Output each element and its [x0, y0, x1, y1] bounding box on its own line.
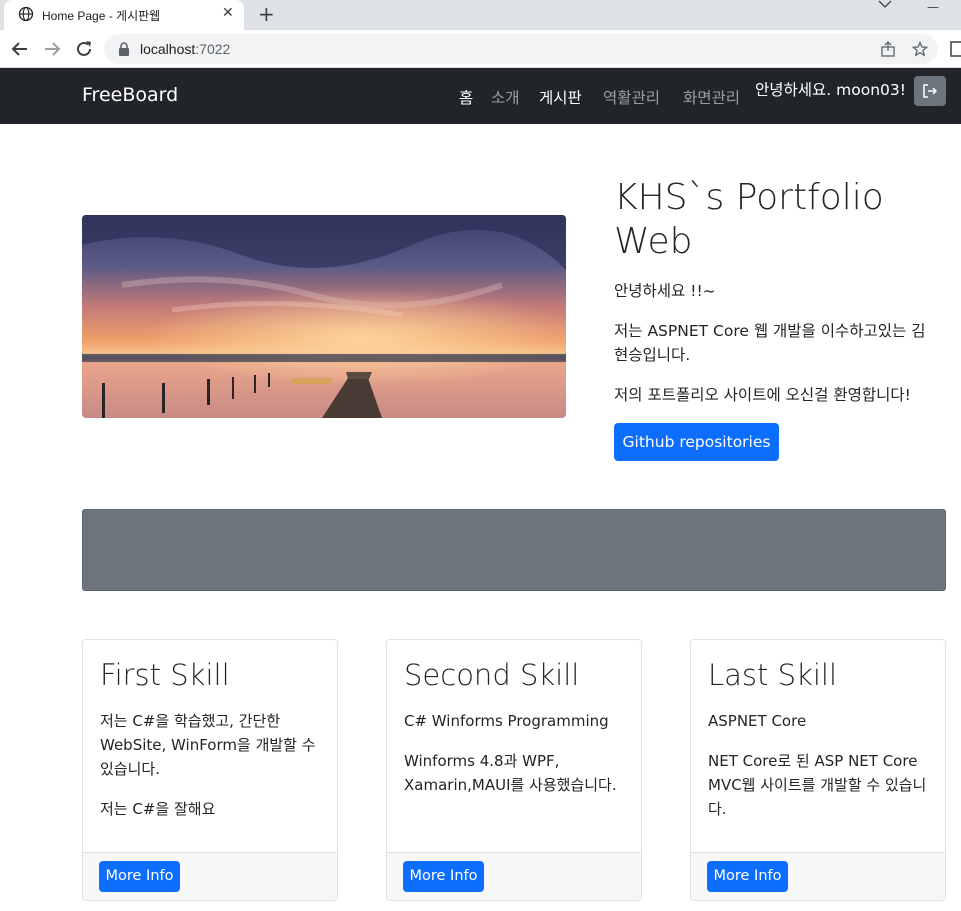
card-title: First Skill	[100, 658, 230, 692]
skill-card-second: Second Skill C# Winforms Programming Win…	[386, 639, 642, 901]
card-text: C# Winforms Programming	[404, 712, 609, 730]
omnibox[interactable]: localhost:7022	[104, 34, 938, 64]
share-icon[interactable]	[880, 41, 896, 57]
minimize-icon[interactable]: —	[927, 0, 939, 14]
star-icon[interactable]	[912, 41, 928, 57]
more-info-button[interactable]: More Info	[707, 861, 788, 892]
close-icon[interactable]: ✕	[222, 5, 234, 21]
chevron-down-icon[interactable]	[878, 0, 892, 8]
hero-intro: 저는 ASPNET Core 웹 개발을 이수하고있는 김현승입니다.	[614, 322, 926, 364]
card-text: ASPNET Core	[708, 712, 807, 730]
card-text: Winforms 4.8과 WPF, Xamarin,MAUI를 사용했습니다.	[404, 752, 617, 794]
nav-link-home[interactable]: 홈	[459, 86, 473, 108]
card-footer: More Info	[83, 852, 337, 900]
more-info-button[interactable]: More Info	[99, 861, 180, 892]
nav-link-screens[interactable]: 화면관리	[683, 86, 740, 108]
nav-link-roles[interactable]: 역활관리	[603, 86, 660, 108]
tab-title: Home Page - 게시판웹	[42, 9, 161, 23]
card-text: 저는 C#을 잘해요	[100, 800, 216, 818]
card-title: Last Skill	[708, 658, 837, 692]
user-greeting: 안녕하세요. moon03!	[755, 81, 906, 99]
browser-tab-strip: Home Page - 게시판웹 ✕ + —	[0, 0, 961, 30]
hero-greeting: 안녕하세요 !!~	[614, 282, 716, 300]
lock-icon[interactable]	[118, 42, 130, 56]
skill-card-last: Last Skill ASPNET Core NET Core로 된 ASP N…	[690, 639, 946, 901]
address-toolbar: localhost:7022	[0, 30, 961, 68]
site-navbar: FreeBoard 홈 소개 게시판 역활관리 화면관리 안녕하세요. moon…	[0, 68, 961, 124]
hero-image	[82, 215, 566, 418]
forward-icon[interactable]	[41, 38, 63, 60]
github-button[interactable]: Github repositories	[614, 423, 779, 461]
url-text[interactable]: localhost:7022	[140, 41, 230, 57]
nav-link-board[interactable]: 게시판	[539, 86, 582, 108]
reload-icon[interactable]	[73, 38, 95, 60]
globe-icon	[18, 6, 34, 22]
sidepanel-icon[interactable]	[950, 40, 961, 58]
back-icon[interactable]	[9, 38, 31, 60]
url-port: :7022	[195, 41, 231, 57]
card-text: 저는 C#을 학습했고, 간단한 WebSite, WinForm을 개발할 수…	[100, 712, 316, 778]
hero-title: KHS`s Portfolio Web	[614, 177, 884, 262]
url-host: localhost	[140, 41, 196, 57]
card-footer: More Info	[691, 852, 945, 900]
hero-welcome: 저의 포트폴리오 사이트에 오신걸 환영합니다!	[614, 386, 911, 404]
gray-banner	[82, 509, 946, 591]
card-title: Second Skill	[404, 658, 580, 692]
nav-link-about[interactable]: 소개	[491, 86, 520, 108]
browser-tab[interactable]: Home Page - 게시판웹 ✕	[4, 0, 244, 30]
logout-button[interactable]	[914, 76, 946, 106]
card-footer: More Info	[387, 852, 641, 900]
more-info-button[interactable]: More Info	[403, 861, 484, 892]
skill-card-first: First Skill 저는 C#을 학습했고, 간단한 WebSite, Wi…	[82, 639, 338, 901]
card-text: NET Core로 된 ASP NET Core MVC웹 사이트를 개발할 수…	[708, 752, 927, 818]
brand-link[interactable]: FreeBoard	[82, 84, 178, 106]
new-tab-icon[interactable]: +	[258, 2, 275, 26]
logout-icon	[923, 84, 938, 98]
